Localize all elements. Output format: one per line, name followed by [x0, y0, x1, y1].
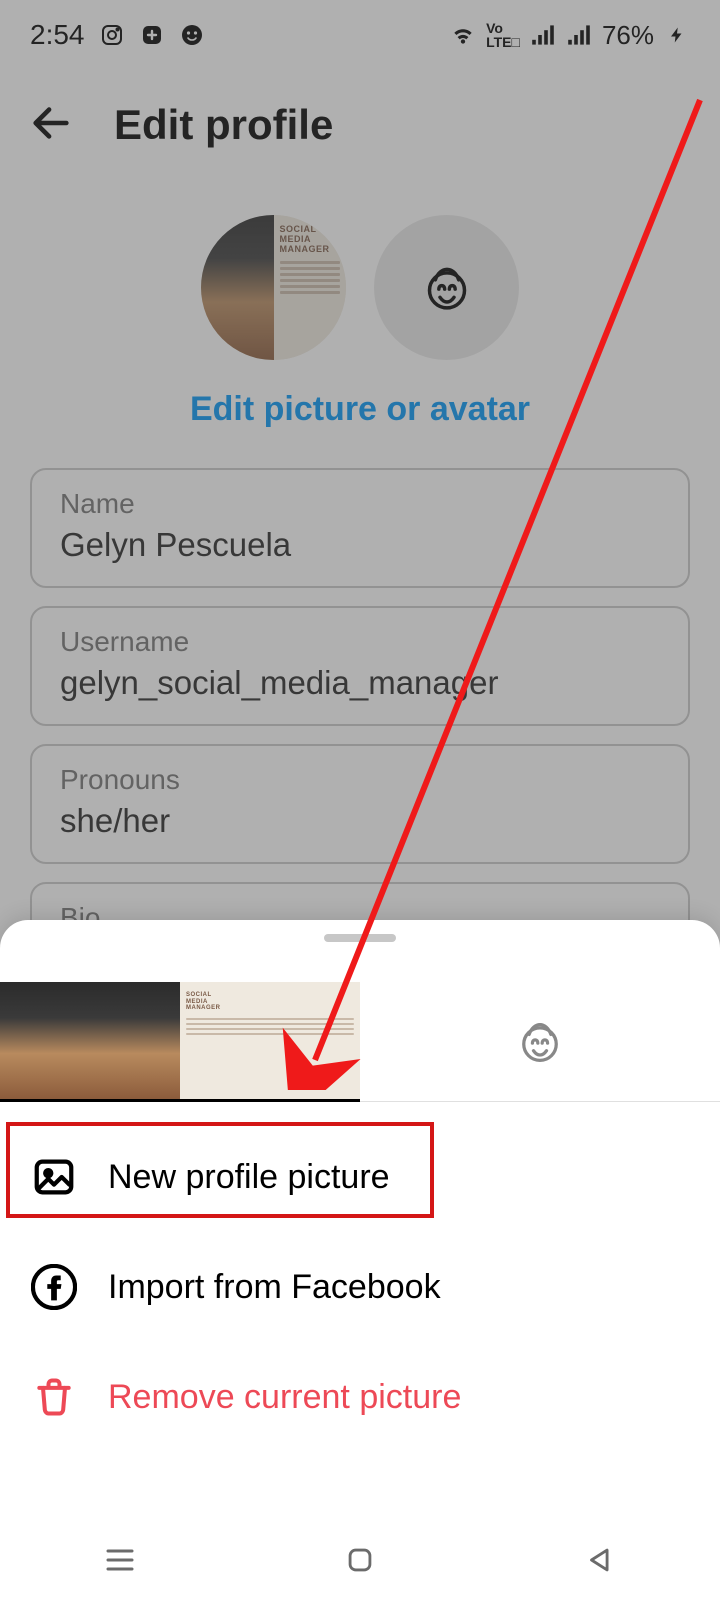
profile-picture-row: SOCIAL MEDIA MANAGER — [0, 215, 720, 360]
sheet-tabs: SOCIAL MEDIA MANAGER — [0, 982, 720, 1102]
username-value: gelyn_social_media_manager — [60, 664, 660, 702]
header: Edit profile — [0, 85, 720, 165]
new-profile-picture-option[interactable]: New profile picture — [30, 1122, 690, 1232]
signal-icon-1 — [530, 22, 556, 48]
trash-icon — [30, 1373, 78, 1421]
pronouns-label: Pronouns — [60, 764, 660, 796]
instagram-icon — [99, 22, 125, 48]
profile-picture[interactable]: SOCIAL MEDIA MANAGER — [201, 215, 346, 360]
name-label: Name — [60, 488, 660, 520]
pronouns-field[interactable]: Pronouns she/her — [30, 744, 690, 864]
home-button[interactable] — [338, 1538, 382, 1582]
picture-options-sheet: SOCIAL MEDIA MANAGER — [0, 920, 720, 1600]
status-time: 2:54 — [30, 19, 85, 51]
new-profile-picture-label: New profile picture — [108, 1158, 390, 1197]
mini-profile-picture: SOCIAL MEDIA MANAGER — [139, 1001, 221, 1083]
back-button[interactable] — [578, 1538, 622, 1582]
name-value: Gelyn Pescuela — [60, 526, 660, 564]
battery-text: 76% — [602, 20, 654, 51]
edit-picture-link[interactable]: Edit picture or avatar — [190, 390, 530, 428]
pronouns-value: she/her — [60, 802, 660, 840]
import-facebook-option[interactable]: Import from Facebook — [30, 1232, 690, 1342]
charging-icon — [664, 22, 690, 48]
drag-handle[interactable] — [324, 934, 396, 942]
back-icon[interactable] — [28, 100, 74, 151]
tab-picture[interactable]: SOCIAL MEDIA MANAGER — [0, 982, 360, 1101]
face-icon — [179, 22, 205, 48]
image-icon — [30, 1153, 78, 1201]
wifi-icon — [450, 22, 476, 48]
username-field[interactable]: Username gelyn_social_media_manager — [30, 606, 690, 726]
facebook-icon — [30, 1263, 78, 1311]
remove-picture-label: Remove current picture — [108, 1378, 461, 1417]
status-bar: 2:54 VoLTE□ — [0, 0, 720, 70]
signal-icon-2 — [566, 22, 592, 48]
system-nav-bar — [0, 1520, 720, 1600]
username-label: Username — [60, 626, 660, 658]
import-facebook-label: Import from Facebook — [108, 1268, 441, 1307]
app-icon — [139, 22, 165, 48]
recent-apps-button[interactable] — [98, 1538, 142, 1582]
profile-fields: Name Gelyn Pescuela Username gelyn_socia… — [30, 468, 690, 976]
remove-picture-option[interactable]: Remove current picture — [30, 1342, 690, 1452]
avatar-placeholder[interactable] — [374, 215, 519, 360]
page-title: Edit profile — [114, 101, 333, 149]
avatar-face-icon — [514, 1016, 566, 1068]
volte-icon: VoLTE□ — [486, 21, 520, 49]
tab-avatar[interactable] — [360, 982, 720, 1101]
name-field[interactable]: Name Gelyn Pescuela — [30, 468, 690, 588]
